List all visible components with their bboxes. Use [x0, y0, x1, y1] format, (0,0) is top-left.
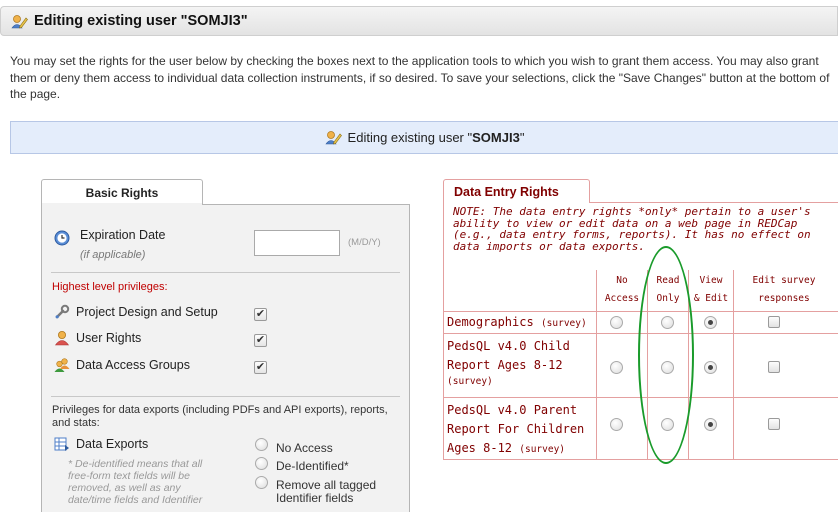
export-deidentified-radio[interactable] [255, 457, 268, 470]
divider [51, 272, 400, 273]
data-access-groups-checkbox[interactable]: ✔ [254, 361, 267, 374]
expiration-date-input[interactable] [254, 230, 340, 256]
divider [51, 396, 400, 397]
export-option-label: De-Identified* [276, 459, 349, 473]
privilege-label: User Rights [76, 331, 142, 345]
banner-username: SOMJI3 [472, 130, 520, 145]
clock-icon [54, 230, 70, 246]
instrument-pedsql-child: PedsQL v4.0 Child Report Ages 8-12 (surv… [447, 339, 570, 387]
user-edit-icon [11, 14, 28, 28]
privilege-label: Data Access Groups [76, 358, 190, 372]
tab-basic-rights[interactable]: Basic Rights [41, 179, 203, 205]
read-only-highlight-annotation [638, 246, 694, 464]
view-edit-radio[interactable] [704, 316, 717, 329]
wrench-icon [55, 304, 70, 319]
user-edit-icon [324, 131, 342, 145]
user-rights-checkbox[interactable]: ✔ [254, 334, 267, 347]
export-remove-identifiers-radio[interactable] [255, 476, 268, 489]
edit-survey-checkbox[interactable] [768, 361, 780, 373]
col-header-edit-survey: Edit survey responses [752, 275, 816, 304]
export-table-icon [54, 437, 69, 451]
view-edit-radio[interactable] [704, 361, 717, 374]
no-access-radio[interactable] [610, 418, 623, 431]
export-option-label: No Access [276, 441, 333, 455]
intro-text: You may set the rights for the user belo… [10, 54, 830, 101]
data-export-privileges-label: Privileges for data exports (including P… [52, 404, 388, 429]
deidentified-footnote: * De-identified means that all free-form… [68, 458, 203, 506]
banner-prefix: Editing existing user " [347, 130, 473, 145]
instrument-demographics: Demographics (survey) [447, 315, 587, 329]
edit-survey-checkbox[interactable] [768, 316, 780, 328]
privilege-label: Project Design and Setup [76, 305, 218, 319]
privilege-project-design: Project Design and Setup [54, 304, 218, 320]
no-access-radio[interactable] [610, 316, 623, 329]
highest-level-privileges-label: Highest level privileges: [52, 281, 168, 293]
page-title: Editing existing user "SOMJI3" [34, 13, 248, 29]
user-icon [54, 331, 70, 346]
no-access-radio[interactable] [610, 361, 623, 374]
project-design-checkbox[interactable]: ✔ [254, 308, 267, 321]
banner-suffix: " [519, 130, 525, 145]
col-header-view-edit: View & Edit [693, 275, 729, 304]
data-exports-label: Data Exports [76, 437, 149, 451]
tab-data-entry-rights[interactable]: Data Entry Rights [443, 179, 590, 203]
edit-user-banner: Editing existing user " SOMJI3 " [10, 121, 838, 154]
data-exports-row: Data Exports [54, 436, 148, 452]
page-header: Editing existing user "SOMJI3" [0, 6, 838, 36]
privilege-data-access-groups: Data Access Groups [54, 357, 190, 373]
view-edit-radio[interactable] [704, 418, 717, 431]
edit-survey-checkbox[interactable] [768, 418, 780, 430]
privilege-user-rights: User Rights [54, 330, 141, 346]
expiration-date-hint: (if applicable) [80, 249, 146, 261]
data-entry-note: NOTE: The data entry rights *only* perta… [453, 205, 811, 253]
export-no-access-radio[interactable] [255, 438, 268, 451]
col-header-no-access: No Access [604, 275, 640, 304]
date-format-hint: (M/D/Y) [348, 237, 381, 248]
group-icon [54, 358, 70, 372]
expiration-date-label: Expiration Date [80, 228, 166, 242]
export-option-label: Remove all tagged Identifier fields [276, 478, 377, 505]
instrument-pedsql-parent: PedsQL v4.0 Parent Report For Children A… [447, 403, 585, 455]
